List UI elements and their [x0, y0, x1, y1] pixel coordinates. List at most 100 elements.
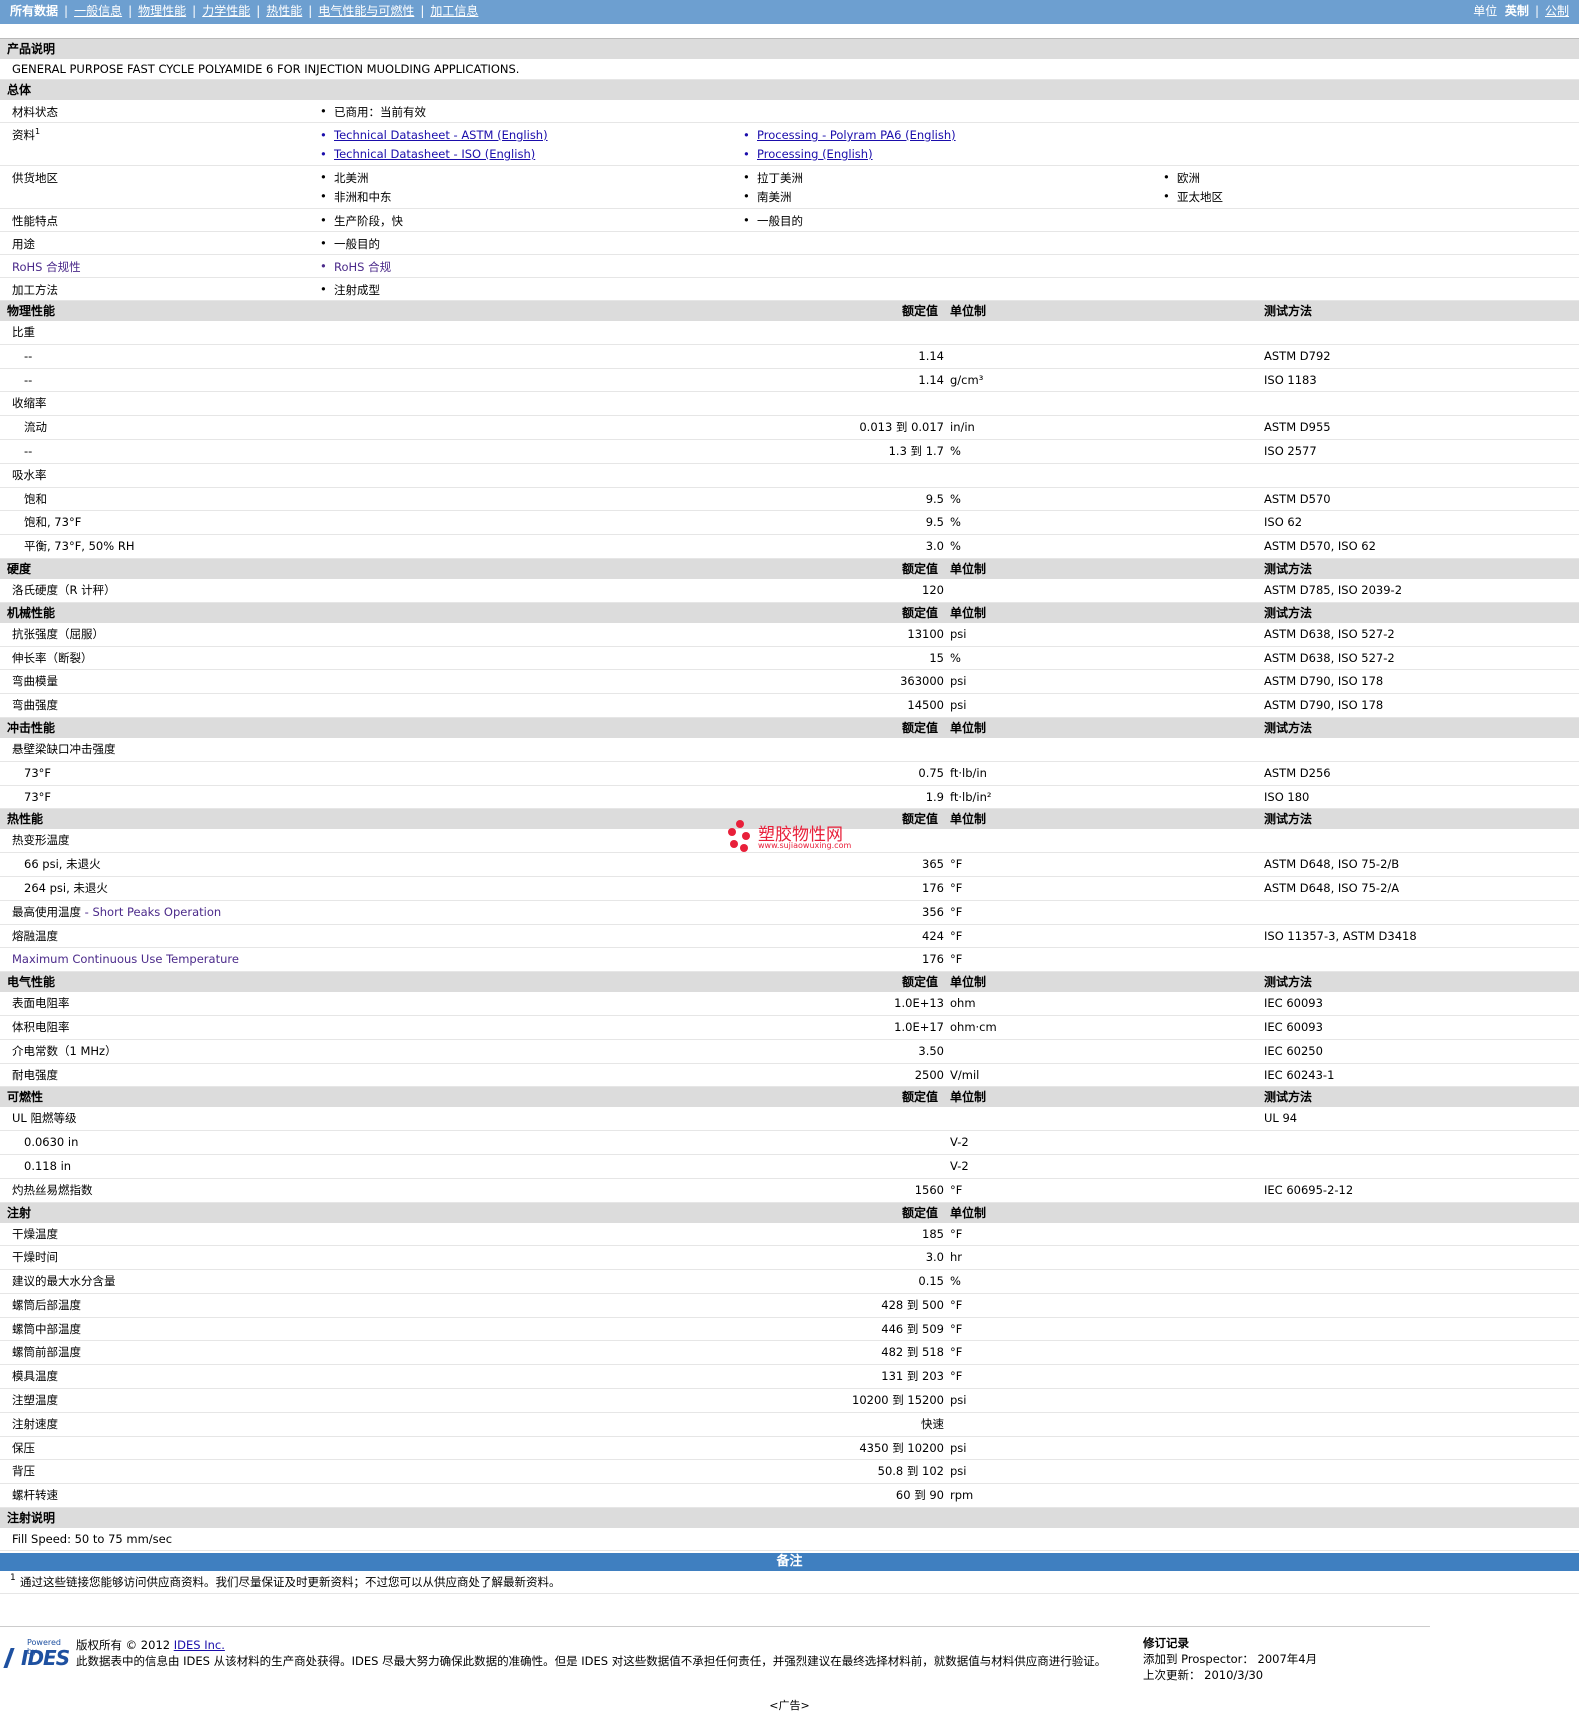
property-row: 抗张强度（屈服） 13100 psi ASTM D638, ISO 527-2 — [0, 623, 1579, 647]
property-label: 螺筒前部温度 — [12, 1345, 81, 1360]
property-label: 耐电强度 — [12, 1067, 58, 1082]
property-row: Maximum Continuous Use Temperature 176 °F — [0, 948, 1579, 973]
material-status: 已商用：当前有效 — [320, 104, 426, 120]
row-uses: 用途 一般目的 — [0, 232, 1579, 255]
section-product-desc: 产品说明 — [0, 39, 1579, 59]
property-row: UL 阻燃等级 UL 94 — [0, 1107, 1579, 1132]
property-unit: °F — [950, 1226, 963, 1241]
section-injection-note: 注射说明 — [0, 1508, 1579, 1529]
nav-all-data[interactable]: 所有数据 — [10, 4, 58, 18]
property-row: 弯曲模量 363000 psi ASTM D790, ISO 178 — [0, 670, 1579, 695]
property-row: 弯曲强度 14500 psi ASTM D790, ISO 178 — [0, 694, 1579, 718]
property-row: 背压 50.8 到 102 psi — [0, 1460, 1579, 1485]
nav-physical[interactable]: 物理性能 — [138, 4, 186, 18]
property-unit: % — [950, 1274, 961, 1289]
region: 拉丁美洲 — [743, 170, 803, 186]
property-unit: °F — [950, 1297, 963, 1312]
property-value: 10200 到 15200 — [852, 1393, 944, 1408]
section-header: 机械性能 额定值 单位制 测试方法 — [0, 602, 1579, 623]
property-row: 最高使用温度 - Short Peaks Operation 356 °F — [0, 901, 1579, 925]
property-label: 比重 — [12, 325, 35, 339]
property-value: 9.5 — [925, 491, 944, 506]
units-imperial[interactable]: 英制 — [1505, 4, 1529, 18]
test-method: UL 94 — [1264, 1111, 1298, 1126]
region: 非洲和中东 — [320, 189, 391, 205]
doc-link-iso[interactable]: Technical Datasheet - ISO (English) — [320, 147, 535, 161]
nav-electrical[interactable]: 电气性能与可燃性 — [318, 4, 414, 18]
property-value: 14500 — [907, 698, 944, 713]
test-method: ASTM D256 — [1264, 765, 1331, 780]
nav-thermal[interactable]: 热性能 — [266, 4, 302, 18]
ides-link[interactable]: IDES Inc. — [174, 1638, 225, 1652]
property-value: 0.75 — [918, 765, 944, 780]
property-label: UL 阻燃等级 — [12, 1111, 77, 1126]
use: 一般目的 — [320, 236, 380, 252]
disclaimer: 此数据表中的信息由 IDES 从该材料的生产商处获得。IDES 尽最大努力确保此… — [76, 1654, 1107, 1669]
test-method: ASTM D790, ISO 178 — [1264, 674, 1384, 689]
property-unit: psi — [950, 1464, 967, 1479]
section-header: 注射 额定值 单位制 — [0, 1202, 1579, 1223]
doc-link-processing-pa6[interactable]: Processing - Polyram PA6 (English) — [743, 128, 956, 142]
rohs-value: RoHS 合规 — [320, 259, 391, 275]
property-unit: °F — [950, 1369, 963, 1384]
property-value: 446 到 509 — [881, 1321, 944, 1336]
property-unit: in/in — [950, 420, 975, 435]
test-method: ASTM D648, ISO 75-2/B — [1264, 857, 1400, 872]
property-unit: °F — [950, 1321, 963, 1336]
property-value: 120 — [922, 582, 944, 597]
property-row: 0.0630 in V-2 — [0, 1131, 1579, 1155]
property-label: 螺筒中部温度 — [12, 1321, 81, 1336]
property-row: 比重 — [0, 321, 1579, 345]
property-label: -- — [24, 443, 33, 458]
property-value: 424 — [922, 928, 944, 943]
property-row: 体积电阻率 1.0E+17 ohm·cm IEC 60093 — [0, 1016, 1579, 1040]
property-value: 快速 — [921, 1416, 944, 1431]
property-label: 灼热丝易燃指数 — [12, 1182, 93, 1197]
nav-processing[interactable]: 加工信息 — [430, 4, 478, 18]
nav-general-info[interactable]: 一般信息 — [74, 4, 122, 18]
property-unit: psi — [950, 626, 967, 641]
property-value: 50.8 到 102 — [877, 1464, 944, 1479]
property-value: 365 — [922, 857, 944, 872]
nav-mechanical[interactable]: 力学性能 — [202, 4, 250, 18]
property-value: 2500 — [914, 1067, 944, 1082]
footer-text: 版权所有 © 2012 IDES Inc. 此数据表中的信息由 IDES 从该材… — [76, 1638, 1107, 1669]
units-switch: 单位 英制 | 公制 — [1473, 4, 1569, 18]
property-unit: g/cm³ — [950, 372, 984, 387]
property-value: 131 到 203 — [881, 1369, 944, 1384]
docs-label: 资料1 — [12, 127, 41, 142]
units-metric[interactable]: 公制 — [1545, 4, 1569, 18]
property-label: 弯曲强度 — [12, 698, 58, 713]
property-unit: °F — [950, 857, 963, 872]
property-value: 60 到 90 — [895, 1488, 944, 1503]
property-label: 干燥温度 — [12, 1226, 58, 1241]
property-value: 176 — [922, 880, 944, 895]
doc-link-astm[interactable]: Technical Datasheet - ASTM (English) — [320, 128, 548, 142]
property-row: 73°F 0.75 ft·lb/in ASTM D256 — [0, 762, 1579, 786]
property-label: 吸水率 — [12, 467, 47, 482]
property-row: 流动 0.013 到 0.017 in/in ASTM D955 — [0, 416, 1579, 440]
property-row: 平衡, 73°F, 50% RH 3.0% ASTM D570, ISO 62 — [0, 535, 1579, 559]
property-row: 耐电强度 2500 V/mil IEC 60243-1 — [0, 1064, 1579, 1088]
row-process: 加工方法 注射成型 — [0, 278, 1579, 301]
property-label: 熔融温度 — [12, 928, 58, 943]
test-method: ASTM D790, ISO 178 — [1264, 698, 1384, 713]
property-row: 螺筒前部温度 482 到 518 °F — [0, 1341, 1579, 1366]
property-row: 注射速度 快速 — [0, 1413, 1579, 1437]
property-value: 0.013 到 0.017 — [859, 420, 944, 435]
property-value: 1.3 到 1.7 — [888, 443, 944, 458]
property-label: 体积电阻率 — [12, 1019, 70, 1034]
doc-link-processing[interactable]: Processing (English) — [743, 147, 873, 161]
property-label: 螺筒后部温度 — [12, 1297, 81, 1312]
property-label: 0.118 in — [24, 1158, 72, 1173]
row-features: 性能特点 生产阶段，快 一般目的 — [0, 209, 1579, 232]
property-row: 介电常数（1 MHz） 3.50 IEC 60250 — [0, 1040, 1579, 1064]
region: 欧洲 — [1163, 170, 1200, 186]
row-material-status: 材料状态 已商用：当前有效 — [0, 100, 1579, 123]
property-row: 熔融温度 424 °F ISO 11357-3, ASTM D3418 — [0, 925, 1579, 949]
property-unit: V-2 — [950, 1158, 969, 1173]
property-value: 1.14 — [918, 372, 944, 387]
property-value: 1.0E+17 — [894, 1019, 944, 1034]
test-method: IEC 60093 — [1264, 1019, 1323, 1034]
feature: 一般目的 — [743, 213, 803, 229]
